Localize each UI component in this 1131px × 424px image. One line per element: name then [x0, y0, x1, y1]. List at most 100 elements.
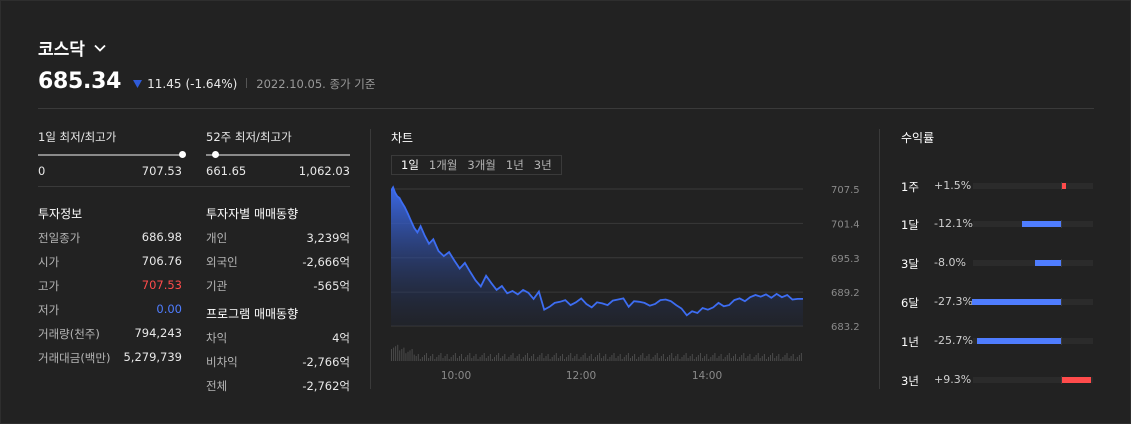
volume-bar	[609, 357, 611, 361]
range-high: 707.53	[141, 164, 182, 178]
tab-1y[interactable]: 1년	[501, 157, 529, 173]
volume-bar	[479, 357, 481, 361]
investor-row: 기관 -565억	[206, 278, 350, 294]
index-header: 코스닥 685.34 11.45 (-1.64%) 2022.10.05. 종가…	[38, 35, 375, 94]
volume-bar	[553, 355, 555, 361]
range-low: 0	[38, 164, 46, 178]
volume-bar	[586, 358, 588, 361]
investor-key: 외국인	[206, 255, 238, 269]
volume-bar	[724, 357, 726, 361]
volume-bar	[733, 356, 734, 361]
volume-bar	[592, 359, 594, 361]
volume-bar	[712, 355, 714, 361]
return-track	[972, 298, 1093, 306]
volume-bar	[691, 354, 693, 361]
volume-bar	[512, 353, 514, 361]
volume-bar	[428, 358, 430, 361]
volume-bar	[677, 354, 679, 361]
tab-1d[interactable]: 1일	[396, 157, 424, 173]
volume-bar	[537, 357, 539, 361]
volume-bar	[413, 354, 415, 361]
volume-bar	[510, 355, 512, 361]
volume-bar	[430, 356, 432, 361]
volume-bar	[409, 350, 411, 361]
return-zero-line	[1061, 220, 1062, 228]
volume-bar	[708, 359, 710, 361]
volume-bar	[730, 358, 732, 361]
volume-bar	[442, 358, 444, 361]
y-tick-label: 707.5	[831, 185, 860, 196]
volume-bar	[685, 353, 687, 361]
volume-bar	[543, 358, 545, 361]
volume-bar	[434, 359, 436, 361]
volume-bar	[702, 358, 704, 361]
volume-bar	[644, 358, 646, 361]
return-track	[973, 220, 1093, 228]
return-track	[973, 376, 1093, 384]
tab-1m[interactable]: 1개월	[424, 157, 462, 173]
left-divider	[38, 186, 350, 187]
volume-bar	[508, 357, 510, 361]
info-key: 저가	[38, 303, 60, 317]
chart-period-tabs: 1일 1개월 3개월 1년 3년	[391, 155, 562, 175]
volume-bar	[485, 358, 487, 361]
volume-bar	[584, 353, 586, 361]
volume-bar	[459, 356, 460, 361]
volume-bar	[559, 356, 561, 361]
volume-bar	[395, 346, 397, 361]
return-value: -25.7%	[934, 334, 973, 347]
return-period: 3달	[901, 257, 919, 271]
info-key: 고가	[38, 279, 60, 293]
volume-bar	[454, 353, 456, 361]
program-title: 프로그램 매매동향	[206, 307, 299, 321]
volume-bar	[625, 355, 627, 361]
volume-bar	[562, 354, 563, 361]
tab-3m[interactable]: 3개월	[462, 157, 500, 173]
volume-bar	[681, 357, 683, 361]
volume-bar	[498, 353, 500, 361]
volume-bar	[456, 358, 458, 361]
return-value: -8.0%	[934, 256, 966, 269]
return-zero-line	[1061, 337, 1062, 345]
price-change: 11.45 (-1.64%)	[133, 77, 237, 91]
volume-bar	[735, 354, 736, 361]
info-key: 시가	[38, 255, 60, 269]
volume-bar	[473, 356, 475, 361]
intraday-chart[interactable]: 707.5 701.4 695.3 689.2 683.2 10:00 12:00 14:0…	[391, 181, 871, 391]
return-value: +1.5%	[934, 179, 972, 192]
volume-bar	[432, 354, 434, 361]
volume-bar	[461, 354, 462, 361]
volume-bar	[621, 359, 623, 361]
volume-bar	[788, 358, 790, 361]
index-selector[interactable]: 코스닥	[38, 35, 375, 60]
volume-bar	[728, 353, 730, 361]
volume-bar	[710, 357, 712, 361]
volume-bar	[401, 349, 403, 361]
info-row: 전일종가 686.98	[38, 230, 182, 246]
info-key: 전일종가	[38, 231, 81, 245]
volume-bar	[669, 355, 671, 361]
volume-bar	[405, 353, 407, 361]
y-tick-label: 695.3	[831, 254, 860, 265]
volume-bar	[652, 357, 654, 361]
divider	[246, 78, 248, 88]
returns-title: 수익률	[901, 131, 935, 145]
return-bar	[1021, 221, 1061, 227]
change-percent: (-1.64%)	[185, 77, 238, 91]
volume-bar	[572, 358, 574, 361]
tab-3y[interactable]: 3년	[529, 157, 557, 173]
volume-bar	[397, 344, 399, 361]
volume-bar	[780, 359, 782, 361]
volume-bar	[745, 358, 747, 361]
volume-bar	[737, 359, 739, 361]
volume-bar	[578, 359, 580, 361]
volume-bar	[751, 359, 753, 361]
chevron-down-icon	[94, 44, 106, 52]
volume-bar	[452, 355, 454, 361]
change-value: 11.45	[147, 77, 182, 91]
investor-key: 개인	[206, 231, 228, 245]
volume-bar	[547, 354, 549, 361]
volume-bar	[564, 359, 565, 361]
index-name: 코스닥	[38, 40, 85, 60]
volume-bar	[496, 355, 498, 361]
